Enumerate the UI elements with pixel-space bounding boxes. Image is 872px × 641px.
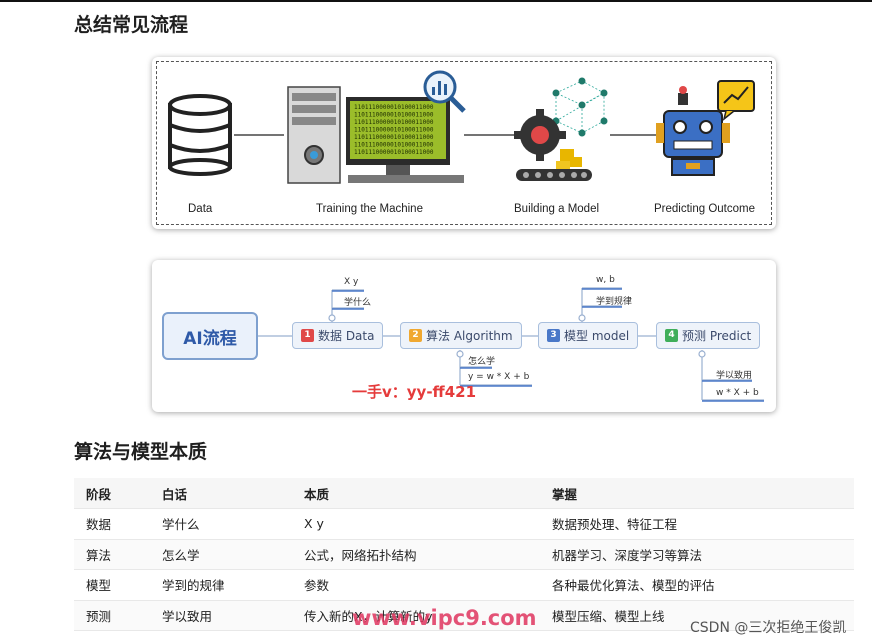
binary-line: 1101110000010100011000 <box>354 149 434 156</box>
header-plain: 白话 <box>150 478 292 509</box>
table-cell: 参数 <box>292 569 540 601</box>
node-label: 数据 Data <box>318 329 375 343</box>
binary-line: 1101110000010100011000 <box>354 104 434 111</box>
node-label: 算法 Algorithm <box>426 329 513 343</box>
table-cell: 怎么学 <box>150 539 292 570</box>
watermark-csdn: CSDN @三次拒绝王俊凯 <box>690 620 847 636</box>
monitor-icon: 1101110000010100011000110111000001010001… <box>346 97 464 183</box>
node-number-badge: 4 <box>665 329 678 342</box>
leaf-model-params: w, b <box>596 275 615 285</box>
table-cell: 预测 <box>74 600 150 631</box>
node-number-badge: 2 <box>409 329 422 342</box>
leaf-algo-how: 怎么学 <box>468 357 496 367</box>
mindmap-node-predict: 4 预测 Predict <box>656 322 761 349</box>
database-icon <box>168 94 232 176</box>
conveyor-icon <box>516 149 592 181</box>
table-cell: 各种最优化算法、模型的评估 <box>540 569 854 601</box>
pipeline-figure: 1101110000010100011000 110111000001010001… <box>152 57 776 229</box>
table-cell: 学什么 <box>150 508 292 540</box>
section-heading-essence: 算法与模型本质 <box>74 441 208 463</box>
mindmap-node-data: 1 数据 Data <box>292 322 384 349</box>
leaf-model-learned: 学到规律 <box>596 297 633 307</box>
node-label: 模型 model <box>564 329 630 343</box>
table-cell: 数据 <box>74 508 150 540</box>
mindmap-node-model: 3 模型 model <box>538 322 639 349</box>
node-number-badge: 3 <box>547 329 560 342</box>
watermark-contact: 一手v：yy-ff421 <box>352 383 477 401</box>
mindmap-node-algorithm: 2 算法 Algorithm <box>400 322 522 349</box>
node-label: 预测 Predict <box>682 329 752 343</box>
leaf-data-what: 学什么 <box>344 298 372 308</box>
binary-line: 1101110000010100011000 <box>354 119 434 126</box>
table-cell: 算法 <box>74 539 150 570</box>
table-header-row: 阶段 白话 本质 掌握 <box>74 478 854 509</box>
server-icon <box>287 86 341 184</box>
watermark-site: www.vipc9.com <box>352 606 537 630</box>
caption-predicting: Predicting Outcome <box>654 203 755 215</box>
caption-data: Data <box>188 203 213 215</box>
table-row: 算法 怎么学 公式，网络拓扑结构 机器学习、深度学习等算法 <box>74 539 854 570</box>
top-rule <box>0 0 872 2</box>
caption-training: Training the Machine <box>316 203 423 215</box>
header-master: 掌握 <box>540 478 854 509</box>
header-essence: 本质 <box>292 478 540 509</box>
leaf-predict-formula: w * X + b <box>716 388 759 398</box>
leaf-data-xy: X y <box>344 277 359 287</box>
table-cell: 机器学习、深度学习等算法 <box>540 539 854 570</box>
network-nodes <box>552 77 608 137</box>
section-heading-process: 总结常见流程 <box>74 14 189 36</box>
binary-line: 1101110000010100011000 <box>354 134 434 141</box>
table-cell: 数据预处理、特征工程 <box>540 508 854 540</box>
caption-building: Building a Model <box>514 203 600 215</box>
table-cell: 公式，网络拓扑结构 <box>292 539 540 570</box>
leaf-algo-formula: y = w * X + b <box>468 372 530 382</box>
binary-line: 1101110000010100011000 <box>354 142 434 149</box>
binary-line: 1101110000010100011000 <box>354 112 434 119</box>
mindmap-root: AI流程 <box>162 312 258 360</box>
node-number-badge: 1 <box>301 329 314 342</box>
chart-bubble-icon <box>717 80 755 121</box>
table-cell: 模型 <box>74 569 150 601</box>
header-stage: 阶段 <box>74 478 150 509</box>
table-cell: 学以致用 <box>150 600 292 631</box>
table-cell: 学到的规律 <box>150 569 292 601</box>
binary-line: 1101110000010100011000 <box>354 127 434 134</box>
leaf-predict-apply: 学以致用 <box>716 371 753 381</box>
table-cell: X y <box>292 508 540 540</box>
table-row: 模型 学到的规律 参数 各种最优化算法、模型的评估 <box>74 569 854 601</box>
table-row: 数据 学什么 X y 数据预处理、特征工程 <box>74 508 854 540</box>
gear-icon <box>514 109 566 161</box>
